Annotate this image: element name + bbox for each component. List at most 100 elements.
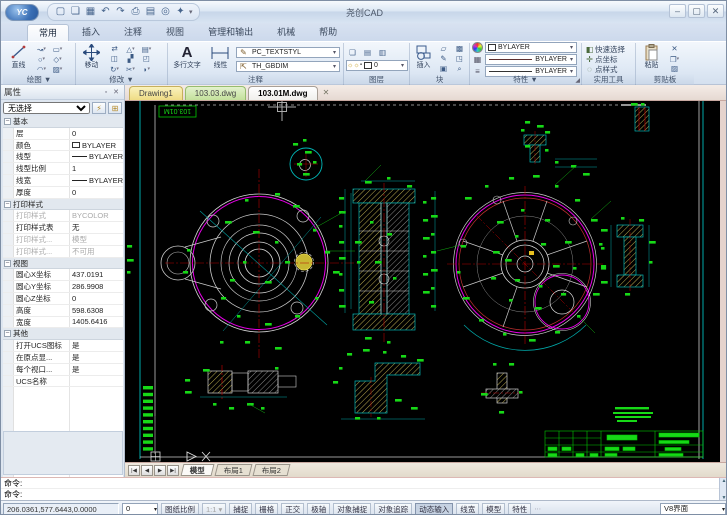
prop-row-ucs-name[interactable]: UCS名称 bbox=[3, 376, 123, 388]
cut-button[interactable]: ✕ bbox=[667, 44, 682, 54]
section-misc[interactable]: – 其他 bbox=[3, 328, 123, 341]
move-tool-button[interactable]: 移动 bbox=[78, 44, 105, 74]
polygon-tool-button[interactable]: ◇▾ bbox=[50, 54, 65, 64]
command-line-area[interactable]: 命令: 命令: ▲ ▼ bbox=[1, 477, 726, 501]
new-file-icon[interactable]: ▢ bbox=[54, 5, 67, 19]
options-icon[interactable]: ✦ bbox=[174, 5, 187, 19]
drawing-tab-3-active[interactable]: 103.01M.dwg bbox=[248, 86, 318, 100]
toggle-ortho[interactable]: 正交 bbox=[281, 502, 305, 514]
prop-row-ucs-origin[interactable]: 在原点显... 是 bbox=[3, 352, 123, 364]
tab-home[interactable]: 常用 bbox=[27, 24, 70, 41]
tab-insert[interactable]: 插入 bbox=[71, 24, 111, 41]
quick-select-button[interactable]: ◧ 快速选择 bbox=[584, 44, 633, 54]
redo-icon[interactable]: ↷ bbox=[114, 5, 127, 19]
minimize-button[interactable]: – bbox=[669, 4, 686, 18]
circle-tool-button[interactable]: ○▾ bbox=[34, 54, 49, 64]
arc-tool-button[interactable]: ◠▾ bbox=[34, 64, 49, 74]
tab-layout2[interactable]: 布局2 bbox=[252, 464, 291, 476]
tab-layout1[interactable]: 布局1 bbox=[214, 464, 253, 476]
properties-group-label[interactable]: 特性 ▼ bbox=[470, 74, 581, 85]
linetype-combo[interactable]: BYLAYER bbox=[485, 53, 577, 65]
publish-icon[interactable]: ▤ bbox=[144, 5, 157, 19]
prev-layout-button[interactable]: ◀ bbox=[141, 464, 153, 476]
point-coordinate-button[interactable]: ✛ 点坐标 bbox=[584, 54, 633, 64]
prop-row-color[interactable]: 颜色 BYLAYER bbox=[3, 140, 123, 152]
block-group-label[interactable]: 块 bbox=[410, 74, 469, 85]
print-icon[interactable]: ⎙ bbox=[129, 5, 142, 19]
prop-row-width[interactable]: 宽度 1405.6416 bbox=[3, 317, 123, 329]
prop-row-plotstyletable[interactable]: 打印样式表无 bbox=[3, 222, 123, 234]
close-button[interactable]: ✕ bbox=[707, 4, 724, 18]
mtext-button[interactable]: A 多行文字 bbox=[170, 44, 204, 74]
first-layout-button[interactable]: |◀ bbox=[128, 464, 140, 476]
app-menu-button[interactable]: YC bbox=[5, 3, 39, 21]
quick-select-filter-icon[interactable]: ⚡ bbox=[92, 101, 106, 114]
dialog-launcher-icon[interactable]: ◢ bbox=[575, 77, 580, 84]
tab-manage-output[interactable]: 管理和输出 bbox=[197, 24, 264, 41]
line-tool-button[interactable]: 直线 bbox=[5, 44, 32, 74]
prop-row-ltscale[interactable]: 线型比例 1 bbox=[3, 163, 123, 175]
drawing-close-icon[interactable]: ✕ bbox=[320, 87, 333, 99]
toggle-snap[interactable]: 捕捉 bbox=[229, 502, 253, 514]
block-zoom-button[interactable]: ⌕ bbox=[452, 64, 467, 74]
save-file-icon[interactable]: ▦ bbox=[84, 5, 97, 19]
paste-button[interactable]: 粘贴 bbox=[638, 44, 665, 74]
layers-group-label[interactable]: 图层 bbox=[344, 74, 409, 85]
command-prompt-line[interactable]: 命令: bbox=[1, 489, 726, 500]
fillet-tool-button[interactable]: △▾ bbox=[123, 44, 138, 54]
tab-annotate[interactable]: 注释 bbox=[113, 24, 153, 41]
rotate-tool-button[interactable]: ↻▾ bbox=[107, 64, 122, 74]
text-style-combo[interactable]: ✎ PC_TEXTSTYL bbox=[236, 46, 340, 58]
linear-dim-button[interactable]: 线性 bbox=[206, 44, 234, 74]
prop-row-ucs-viewport[interactable]: 每个视口... 是 bbox=[3, 364, 123, 376]
offset-tool-button[interactable]: ▞ bbox=[123, 54, 138, 64]
toggle-osnap[interactable]: 对象捕捉 bbox=[333, 502, 372, 514]
undo-icon[interactable]: ↶ bbox=[99, 5, 112, 19]
drawing-tab-2[interactable]: 103.03.dwg bbox=[184, 86, 247, 100]
toggle-dynamic-input[interactable]: 动态输入 bbox=[415, 502, 454, 514]
toggle-properties[interactable]: 特性 bbox=[508, 502, 532, 514]
prop-row-center-z[interactable]: 圆心Z坐标 0 bbox=[3, 293, 123, 305]
ui-mode-combo[interactable]: V8界面 bbox=[660, 502, 726, 514]
prop-row-ucs-icon[interactable]: 打开UCS图标是 bbox=[3, 340, 123, 352]
layer-properties-icon[interactable]: ❏ bbox=[346, 48, 359, 58]
tab-model[interactable]: 模型 bbox=[180, 464, 215, 476]
section-plotstyle[interactable]: – 打印样式 bbox=[3, 198, 123, 211]
prop-row-thickness[interactable]: 厚度 0 bbox=[3, 187, 123, 199]
paper-scale-button[interactable]: 图纸比例 bbox=[161, 502, 199, 514]
pin-icon[interactable]: ▫ bbox=[101, 89, 111, 96]
point-style-button[interactable]: ◌ 点样式 bbox=[584, 64, 633, 74]
annotation-group-label[interactable]: 注释 bbox=[168, 74, 343, 85]
layer-quick-combo[interactable]: 0 bbox=[122, 502, 158, 514]
hatch-tool-button[interactable]: ▨▾ bbox=[50, 64, 65, 74]
toggle-grid[interactable]: 栅格 bbox=[255, 502, 279, 514]
create-block-button[interactable]: ▱ bbox=[436, 44, 451, 54]
tab-view[interactable]: 视图 bbox=[155, 24, 195, 41]
tab-mechanical[interactable]: 机械 bbox=[266, 24, 306, 41]
drawing-tab-1[interactable]: Drawing1 bbox=[129, 86, 183, 100]
polyline-tool-button[interactable]: ↝▾ bbox=[34, 44, 49, 54]
tab-help[interactable]: 帮助 bbox=[308, 24, 348, 41]
trim-tool-button[interactable]: ✂▾ bbox=[123, 64, 138, 74]
copy-tool-button[interactable]: ◫ bbox=[107, 54, 122, 64]
next-layout-button[interactable]: ▶ bbox=[154, 464, 166, 476]
layer-combo[interactable]: ☼ ☼ ▪ 0 bbox=[346, 59, 408, 71]
maximize-button[interactable]: ▢ bbox=[688, 4, 705, 18]
toggle-polar[interactable]: 极轴 bbox=[307, 502, 331, 514]
attribute-button[interactable]: ▣ bbox=[436, 64, 451, 74]
object-color-combo[interactable]: BYLAYER bbox=[485, 41, 577, 53]
prop-row-lineweight[interactable]: 线宽 BYLAYER bbox=[3, 175, 123, 187]
selection-combo[interactable]: 无选择 bbox=[3, 101, 90, 114]
prop-row-height[interactable]: 高度 598.6308 bbox=[3, 305, 123, 317]
layer-state-icon[interactable]: ▥ bbox=[376, 48, 389, 58]
toggle-model[interactable]: 模型 bbox=[482, 502, 506, 514]
modify-group-label[interactable]: 修改 ▼ bbox=[76, 74, 167, 85]
mirror-tool-button[interactable]: ⇄ bbox=[107, 44, 122, 54]
prop-row-layer[interactable]: 层0 bbox=[3, 128, 123, 140]
command-scrollbar[interactable]: ▲ ▼ bbox=[719, 478, 726, 501]
scroll-up-icon[interactable]: ▲ bbox=[720, 478, 726, 484]
section-basic[interactable]: – 基本 bbox=[3, 116, 123, 128]
draw-group-label[interactable]: 绘图 ▼ bbox=[3, 74, 75, 85]
layer-match-icon[interactable]: ▤ bbox=[361, 48, 374, 58]
qat-more-icon[interactable]: ▾ bbox=[189, 8, 193, 16]
